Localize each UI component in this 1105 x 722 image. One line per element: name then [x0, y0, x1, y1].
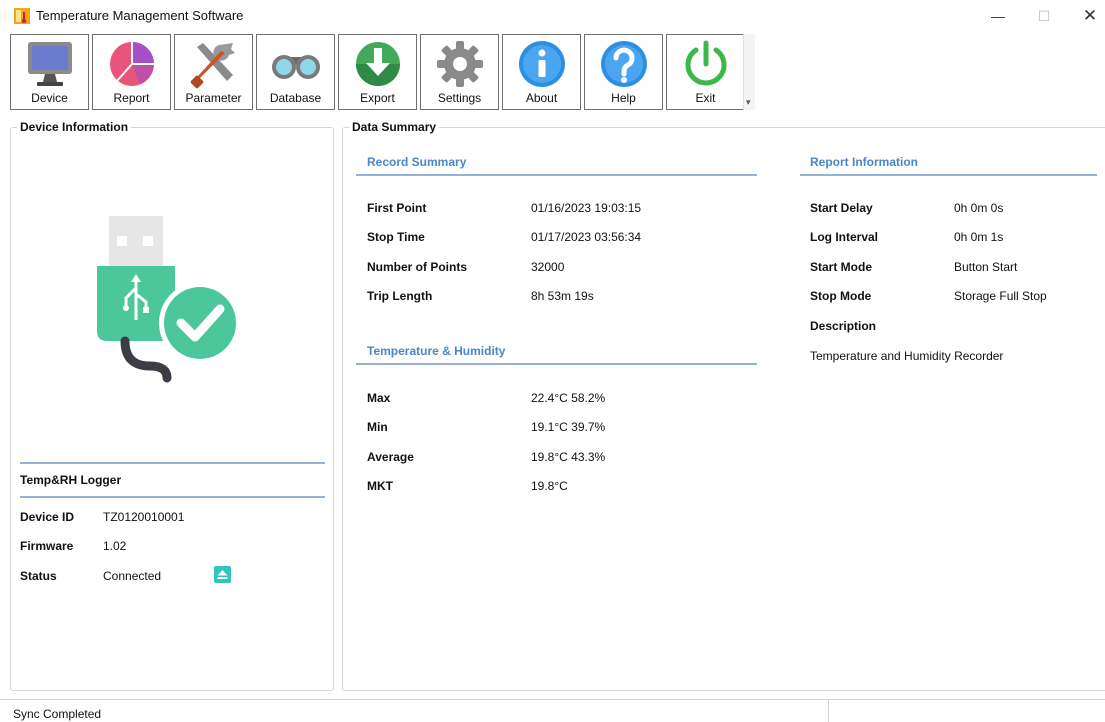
trip-length-label: Trip Length: [367, 289, 433, 303]
data-summary-panel: Data Summary Record Summary First Point …: [342, 120, 1105, 691]
about-button[interactable]: About: [502, 34, 581, 110]
stop-mode-value: Storage Full Stop: [954, 289, 1047, 303]
title-bar: Temperature Management Software — ☐ ✕: [0, 0, 1105, 32]
mkt-value: 19.8°C: [531, 479, 568, 493]
device-information-title: Device Information: [17, 120, 132, 134]
start-delay-label: Start Delay: [810, 201, 873, 215]
help-button[interactable]: Help: [584, 34, 663, 110]
description-value: Temperature and Humidity Recorder: [810, 349, 1004, 363]
description-label: Description: [810, 319, 877, 333]
max-label: Max: [367, 391, 391, 405]
parameter-button[interactable]: Parameter: [174, 34, 253, 110]
report-information-separator: [800, 174, 1097, 176]
number-of-points-label: Number of Points: [367, 260, 468, 274]
start-delay-value: 0h 0m 0s: [954, 201, 1004, 215]
monitor-icon: [28, 42, 72, 86]
start-mode-label: Start Mode: [810, 260, 873, 274]
exit-label: Exit: [695, 91, 716, 105]
database-button[interactable]: Database: [256, 34, 335, 110]
stop-mode-label: Stop Mode: [810, 289, 872, 303]
settings-button[interactable]: Settings: [420, 34, 499, 110]
chevron-down-icon: ▾: [746, 97, 751, 107]
number-of-points-value: 32000: [531, 260, 565, 274]
report-information-heading: Report Information: [810, 155, 918, 169]
settings-label: Settings: [437, 91, 482, 105]
status-bar: Sync Completed: [0, 699, 1105, 722]
export-icon: [356, 42, 400, 86]
device-id-value: TZ0120010001: [103, 510, 185, 524]
first-point-value: 01/16/2023 19:03:15: [531, 201, 642, 215]
maximize-button[interactable]: ☐: [1030, 4, 1058, 28]
average-value: 19.8°C 43.3%: [531, 450, 606, 464]
log-interval-value: 0h 0m 1s: [954, 230, 1004, 244]
status-message: Sync Completed: [13, 707, 102, 721]
power-icon: [685, 40, 727, 86]
stop-time-label: Stop Time: [367, 230, 425, 244]
logger-top-separator: [20, 462, 325, 464]
status-value: Connected: [103, 569, 162, 583]
record-summary-separator: [356, 174, 757, 176]
gear-icon: [437, 41, 483, 87]
min-value: 19.1°C 39.7%: [531, 420, 606, 434]
binoculars-icon: [272, 55, 320, 79]
stop-time-value: 01/17/2023 03:56:34: [531, 230, 642, 244]
export-label: Export: [360, 91, 395, 105]
max-value: 22.4°C 58.2%: [531, 391, 606, 405]
temperature-humidity-heading: Temperature & Humidity: [367, 344, 506, 358]
eject-icon[interactable]: [214, 566, 231, 583]
trip-length-value: 8h 53m 19s: [531, 289, 594, 303]
firmware-value: 1.02: [103, 539, 127, 553]
help-label: Help: [611, 91, 636, 105]
status-label: Status: [20, 569, 57, 583]
record-summary-heading: Record Summary: [367, 155, 467, 169]
report-label: Report: [113, 91, 150, 105]
parameter-label: Parameter: [185, 91, 242, 105]
report-button[interactable]: Report: [92, 34, 171, 110]
toolbar-overflow-button[interactable]: ▾: [743, 34, 755, 110]
export-button[interactable]: Export: [338, 34, 417, 110]
device-button[interactable]: Device: [10, 34, 89, 110]
minimize-button[interactable]: —: [984, 4, 1012, 28]
device-id-label: Device ID: [20, 510, 75, 524]
start-mode-value: Button Start: [954, 260, 1018, 274]
window-title: Temperature Management Software: [36, 8, 244, 23]
tools-icon: [190, 43, 235, 89]
usb-connected-icon: [97, 216, 241, 383]
pie-chart-icon: [110, 42, 154, 86]
help-icon: [601, 41, 647, 87]
log-interval-label: Log Interval: [810, 230, 879, 244]
logger-bottom-separator: [20, 496, 325, 498]
first-point-label: First Point: [367, 201, 427, 215]
about-label: About: [525, 91, 558, 105]
temperature-humidity-separator: [356, 363, 757, 365]
device-label: Device: [31, 91, 68, 105]
average-label: Average: [367, 450, 414, 464]
data-summary-title: Data Summary: [349, 120, 440, 134]
status-bar-divider: [828, 700, 829, 722]
logger-name: Temp&RH Logger: [20, 473, 122, 487]
info-icon: [519, 41, 565, 87]
close-button[interactable]: ✕: [1076, 4, 1104, 28]
min-label: Min: [367, 420, 388, 434]
database-label: Database: [269, 91, 322, 105]
mkt-label: MKT: [367, 479, 393, 493]
exit-button[interactable]: Exit: [666, 34, 745, 110]
device-information-panel: Device Information Temp&RH Logger Device…: [10, 120, 334, 691]
firmware-label: Firmware: [20, 539, 74, 553]
app-logo-icon: [14, 8, 30, 24]
